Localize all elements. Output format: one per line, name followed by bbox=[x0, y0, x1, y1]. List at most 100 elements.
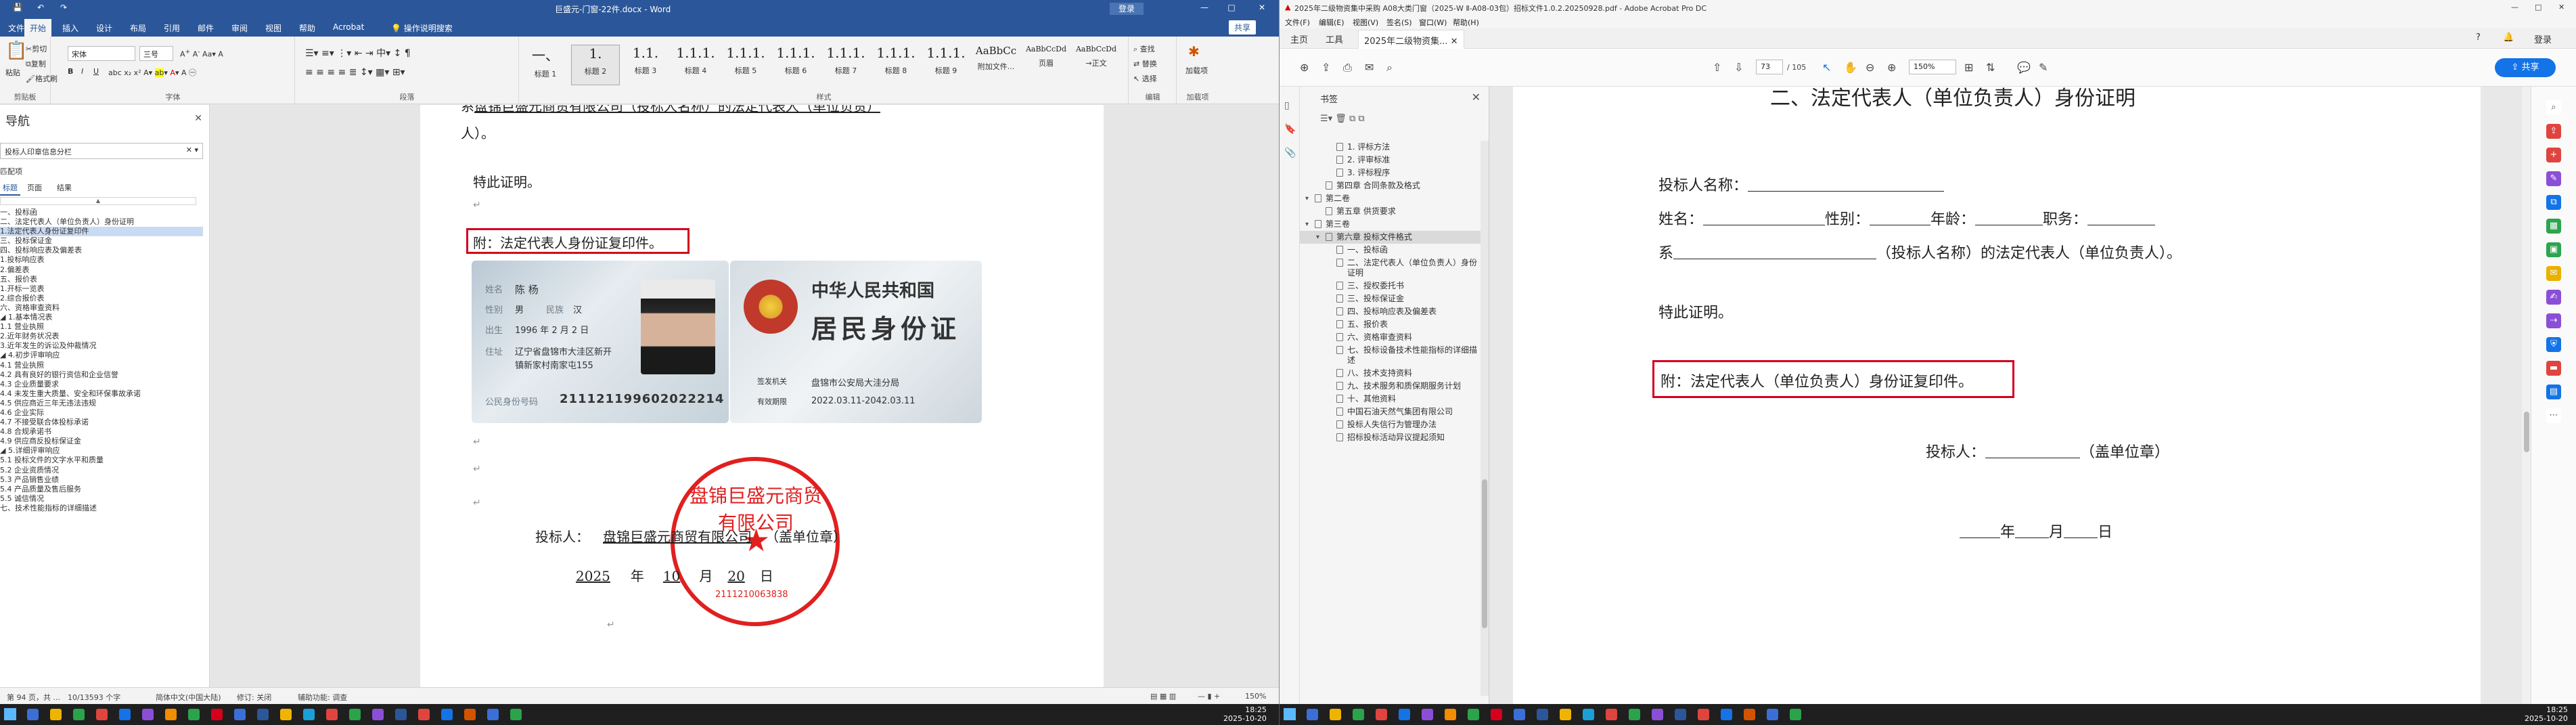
tab-insert[interactable]: 插入 bbox=[57, 21, 84, 35]
clear-search-icon[interactable]: ✕ ▾ bbox=[186, 146, 198, 154]
taskbar-app-icon[interactable] bbox=[1376, 709, 1387, 720]
taskbar-app-icon[interactable] bbox=[1767, 709, 1778, 720]
next-page-icon[interactable]: ⇩ bbox=[1734, 61, 1743, 74]
taskbar-app-icon[interactable] bbox=[280, 709, 292, 720]
taskbar-app-icon[interactable] bbox=[165, 709, 177, 720]
organize-icon[interactable]: ▦ bbox=[2546, 219, 2561, 234]
edit-pdf-icon[interactable]: ✎ bbox=[2546, 171, 2561, 186]
close-icon[interactable]: ✕ bbox=[1472, 91, 1481, 104]
fit-page-icon[interactable]: ⊞ bbox=[1964, 61, 1973, 74]
redact-icon[interactable]: ▬ bbox=[2546, 361, 2561, 376]
style-heading-6[interactable]: 1.1.1. 标题 6 bbox=[771, 45, 820, 85]
create-icon[interactable]: ⊕ bbox=[1300, 61, 1309, 74]
taskbar-app-icon[interactable] bbox=[464, 709, 476, 720]
bookmark-item[interactable]: 3. 评标程序 bbox=[1300, 167, 1488, 179]
bookmark-item[interactable]: 四、投标响应表及偏差表 bbox=[1300, 305, 1488, 318]
nav-heading-item[interactable]: 2.近年财务状况表 bbox=[0, 332, 203, 341]
tab-acrobat[interactable]: Acrobat bbox=[327, 21, 369, 33]
bookmark-item[interactable]: ▾ 第六章 投标文件格式 bbox=[1300, 231, 1488, 244]
taskbar-clock-right[interactable]: 18:25 2025-10-20 bbox=[2525, 705, 2568, 723]
style-heading-1[interactable]: 一、 标题 1 bbox=[521, 45, 570, 85]
acro-maximize-button[interactable]: □ bbox=[2535, 3, 2541, 12]
zoom-slider[interactable]: — ▮ + bbox=[1198, 692, 1220, 701]
status-track-changes[interactable]: 修订: 关闭 bbox=[237, 692, 271, 703]
nav-heading-item[interactable]: 5.1 投标文件的文字水平和质量 bbox=[0, 456, 203, 465]
bookmark-item[interactable]: 投标人失信行为管理办法 bbox=[1300, 418, 1488, 431]
menu-edit[interactable]: 编辑(E) bbox=[1319, 17, 1345, 28]
bookmark-item[interactable]: 二、法定代表人（单位负责人）身份证明 bbox=[1300, 257, 1488, 280]
nav-heading-item[interactable]: 5.5 诚信情况 bbox=[0, 494, 203, 504]
tell-me-search[interactable]: 💡 操作说明搜索 bbox=[386, 21, 458, 35]
nav-heading-item[interactable]: 4.3 企业质量要求 bbox=[0, 380, 203, 389]
tab-references[interactable]: 引用 bbox=[158, 21, 185, 35]
bookmark-item[interactable]: 三、授权委托书 bbox=[1300, 280, 1488, 292]
taskbar-app-icon[interactable] bbox=[372, 709, 384, 720]
bookmark-item[interactable]: ▾ 第三卷 bbox=[1300, 218, 1488, 231]
nav-heading-item[interactable]: 4.5 供应商近三年无违法违规 bbox=[0, 399, 203, 408]
addin-icon[interactable]: ✱ bbox=[1188, 43, 1200, 60]
taskbar-app-icon[interactable] bbox=[1307, 709, 1318, 720]
acrobat-share-button[interactable]: ⇪ 共享 bbox=[2495, 58, 2556, 77]
nav-heading-item[interactable]: 1.投标响应表 bbox=[0, 255, 203, 265]
italic-button[interactable]: I bbox=[81, 67, 83, 76]
pages-icon[interactable]: ▯ bbox=[1284, 100, 1290, 111]
bookmark-scroll-thumb[interactable] bbox=[1482, 479, 1487, 628]
find-button[interactable]: ⌕ 查找 bbox=[1133, 43, 1155, 54]
nav-heading-item[interactable]: 1.法定代表人身份证复印件 bbox=[0, 227, 203, 237]
nav-search-input[interactable]: 投标人印章信息分栏 ✕ ▾ bbox=[0, 143, 203, 159]
taskbar-app-icon[interactable] bbox=[487, 709, 499, 720]
menu-file[interactable]: 文件(F) bbox=[1285, 17, 1310, 28]
cut-button[interactable]: ✂剪切 bbox=[26, 43, 47, 54]
close-tab-icon[interactable]: ✕ bbox=[1451, 37, 1458, 47]
taskbar-app-icon[interactable] bbox=[119, 709, 131, 720]
page-number-input[interactable]: 73 bbox=[1756, 60, 1783, 74]
bookmark-scrollbar[interactable] bbox=[1481, 141, 1489, 696]
windows-start-icon[interactable] bbox=[1284, 708, 1296, 720]
nav-heading-item[interactable]: 二、法定代表人（单位负责人）身份证明 bbox=[0, 217, 203, 227]
nav-heading-item[interactable]: 2.综合报价表 bbox=[0, 294, 203, 303]
nav-heading-item[interactable]: 4.1 营业执照 bbox=[0, 361, 203, 370]
pdf-scroll-thumb[interactable] bbox=[2524, 412, 2529, 452]
bookmark-icon[interactable]: 🔖 bbox=[1284, 124, 1296, 135]
taskbar-app-icon[interactable] bbox=[1537, 709, 1548, 720]
style-heading-5[interactable]: 1.1.1. 标题 5 bbox=[721, 45, 770, 85]
acro-close-button[interactable]: ✕ bbox=[2558, 3, 2564, 12]
taskbar-app-icon[interactable] bbox=[188, 709, 200, 720]
taskbar-clock-left[interactable]: 18:25 2025-10-20 bbox=[1223, 705, 1267, 723]
taskbar-app-icon[interactable] bbox=[1629, 709, 1640, 720]
nav-heading-item[interactable]: 六、资格审查资料 bbox=[0, 303, 203, 313]
windows-start-icon[interactable] bbox=[4, 708, 16, 720]
nav-tab-results[interactable]: 结果 bbox=[54, 181, 74, 194]
nav-heading-item[interactable]: 5.4 产品质量及售后服务 bbox=[0, 485, 203, 494]
find-icon[interactable]: ⌕ bbox=[1386, 61, 1393, 74]
nav-heading-item[interactable]: 4.8 合规承诺书 bbox=[0, 427, 203, 437]
maximize-button[interactable]: □ bbox=[1218, 3, 1245, 15]
style-heading-9[interactable]: 1.1.1. 标题 9 bbox=[922, 45, 970, 85]
nav-heading-item[interactable]: 七、技术性能指标的详细描述 bbox=[0, 504, 203, 513]
status-words[interactable]: 10/13593 个字 bbox=[68, 692, 120, 703]
bookmark-item[interactable]: 第五章 供货要求 bbox=[1300, 205, 1488, 218]
comment-icon[interactable]: 💬 bbox=[2017, 61, 2031, 74]
align-buttons[interactable]: ≡ ≡ ≡ ≡ ≣ ↕▾ ▦▾ ⊞▾ bbox=[305, 67, 405, 78]
bookmark-item[interactable]: 1. 评标方法 bbox=[1300, 141, 1488, 154]
tab-home[interactable]: 开始 bbox=[24, 19, 52, 37]
close-button[interactable]: ✕ bbox=[1248, 3, 1275, 15]
nav-heading-item[interactable]: ◢ 1.基本情况表 bbox=[0, 313, 203, 322]
scroll-mode-icon[interactable]: ⇅ bbox=[1986, 61, 1995, 74]
bookmark-item[interactable]: 三、投标保证金 bbox=[1300, 292, 1488, 305]
bookmark-item[interactable]: 六、资格审查资料 bbox=[1300, 331, 1488, 344]
bold-button[interactable]: B bbox=[68, 67, 73, 76]
nav-heading-item[interactable]: 四、投标响应表及偏差表 bbox=[0, 246, 203, 255]
nav-heading-item[interactable]: 1.1 营业执照 bbox=[0, 322, 203, 332]
taskbar-app-icon[interactable] bbox=[73, 709, 85, 720]
nav-heading-item[interactable]: 5.3 产品销售业绩 bbox=[0, 475, 203, 485]
help-icon[interactable]: ? bbox=[2470, 32, 2486, 43]
replace-button[interactable]: ⇄ 替换 bbox=[1133, 58, 1157, 69]
taskbar-app-icon[interactable] bbox=[395, 709, 407, 720]
signin-button[interactable]: 登录 bbox=[1110, 3, 1144, 15]
redo-icon[interactable]: ↷ bbox=[50, 3, 77, 15]
style-heading-7[interactable]: 1.1.1. 标题 7 bbox=[821, 45, 870, 85]
pen-icon[interactable]: ✎ bbox=[2039, 61, 2048, 74]
taskbar-app-icon[interactable] bbox=[1583, 709, 1594, 720]
taskbar-app-icon[interactable] bbox=[1468, 709, 1479, 720]
